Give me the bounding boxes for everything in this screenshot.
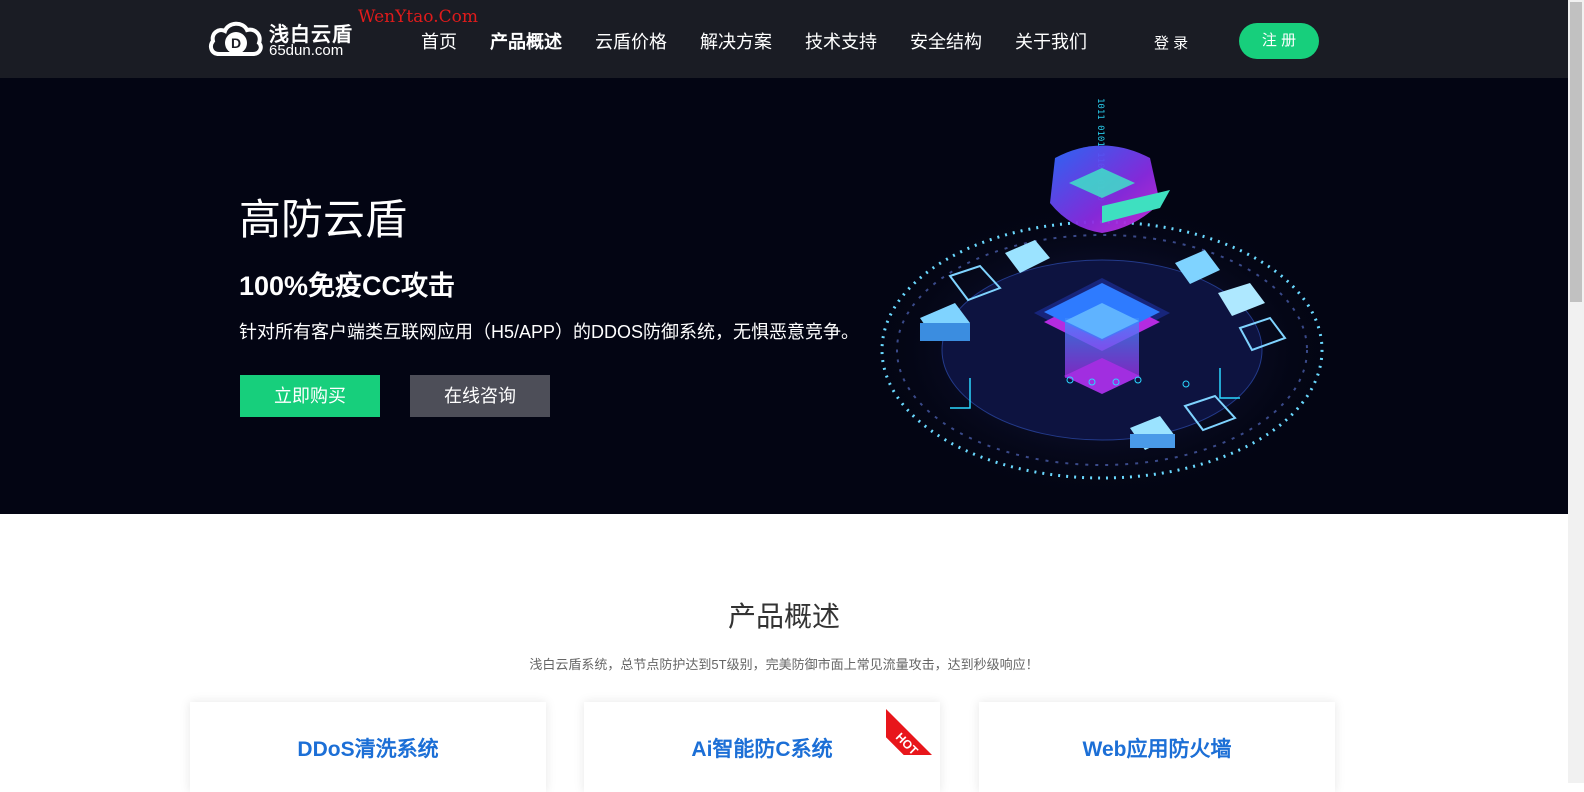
hot-ribbon: HOT: [886, 695, 946, 755]
nav-item-home[interactable]: 首页: [421, 28, 490, 54]
hero-subtitle: 100%免疫CC攻击: [239, 271, 456, 301]
nav-item-product-overview[interactable]: 产品概述: [490, 28, 595, 54]
hero-title: 高防云盾: [239, 196, 408, 243]
product-card-web-firewall[interactable]: Web应用防火墙: [979, 702, 1335, 792]
login-link[interactable]: 登 录: [1154, 32, 1188, 53]
hero-banner: 高防云盾 100%免疫CC攻击 针对所有客户端类互联网应用（H5/APP）的DD…: [0, 78, 1568, 514]
product-card-title: DDoS清洗系统: [297, 738, 439, 761]
scrollbar-thumb[interactable]: [1570, 2, 1582, 302]
register-button[interactable]: 注 册: [1239, 23, 1319, 59]
brand-logo[interactable]: D 浅白云盾 65dun.com: [207, 14, 357, 64]
product-card-ddos-scrubbing[interactable]: DDoS清洗系统: [190, 702, 546, 792]
top-navbar: D 浅白云盾 65dun.com WenYtao.Com 首页 产品概述 云盾价…: [0, 0, 1584, 78]
online-consult-button[interactable]: 在线咨询: [410, 375, 550, 417]
products-section-title: 产品概述: [727, 601, 840, 632]
main-nav: 首页 产品概述 云盾价格 解决方案 技术支持 安全结构 关于我们: [421, 28, 1095, 54]
brand-domain: 65dun.com: [269, 42, 344, 59]
hot-badge: HOT: [886, 705, 946, 755]
security-isometric-illustration: 1011 0101 1100 0110: [867, 98, 1337, 500]
hero-description: 针对所有客户端类互联网应用（H5/APP）的DDOS防御系统，无惧恶意竞争。: [239, 322, 860, 342]
cloud-shield-logo-icon: D: [209, 21, 263, 56]
logo-letter: D: [231, 35, 241, 51]
product-card-title: Web应用防火墙: [1082, 738, 1232, 761]
nav-item-about-us[interactable]: 关于我们: [1015, 28, 1095, 54]
nav-item-security-architecture[interactable]: 安全结构: [910, 28, 1015, 54]
nav-item-solutions[interactable]: 解决方案: [700, 28, 805, 54]
buy-now-button[interactable]: 立即购买: [240, 375, 380, 417]
nav-item-tech-support[interactable]: 技术支持: [805, 28, 910, 54]
watermark-text: WenYtao.Com: [358, 7, 478, 27]
products-section-description: 浅白云盾系统，总节点防护达到5T级别，完美防御市面上常见流量攻击，达到秒级响应！: [529, 657, 1039, 672]
nav-item-pricing[interactable]: 云盾价格: [595, 28, 700, 54]
